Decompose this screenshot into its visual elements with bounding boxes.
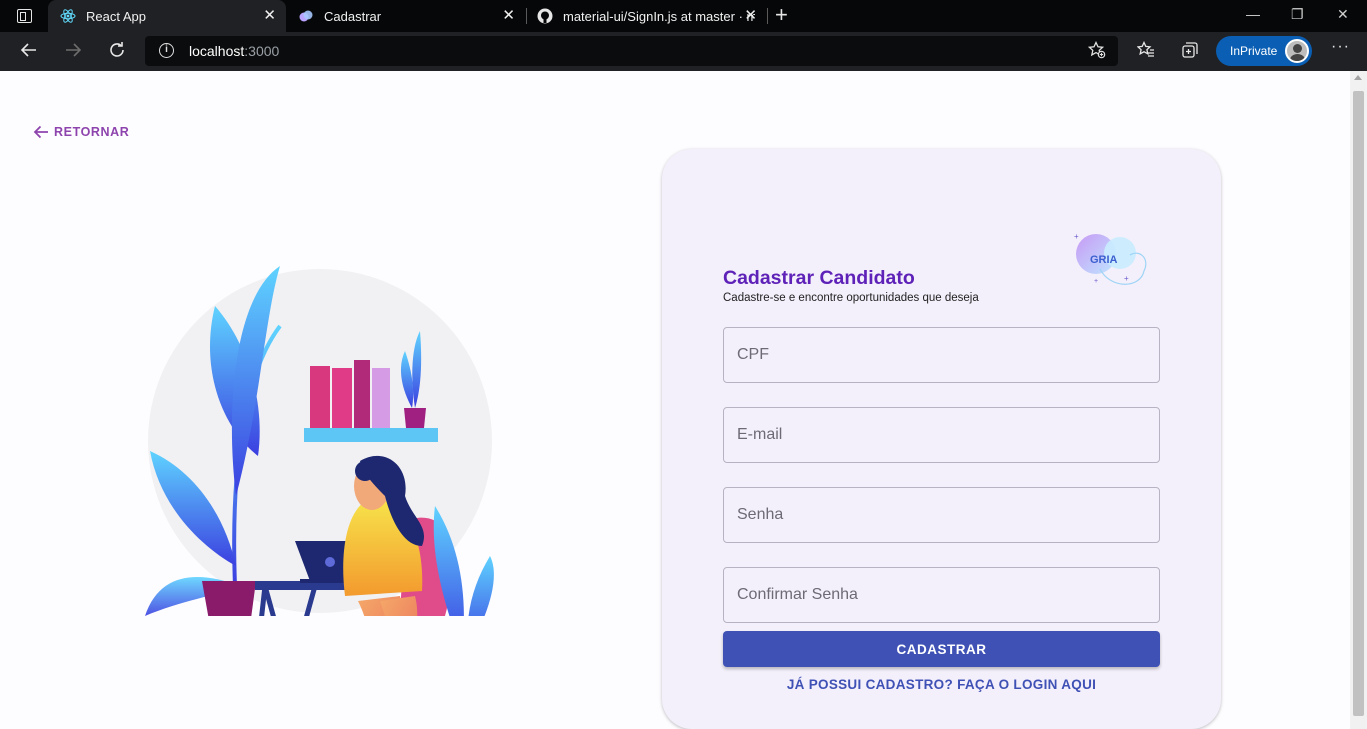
collections-icon[interactable]: [1181, 41, 1199, 64]
page-content: RETORNAR GRIA + + + Cadastrar Candidato …: [0, 71, 1350, 729]
more-menu-icon[interactable]: ···: [1331, 38, 1350, 56]
browser-toolbar: i localhost:3000 InPrivate ···: [0, 32, 1367, 71]
tab-label: material-ui/SignIn.js at master · m: [563, 8, 755, 24]
svg-text:+: +: [1074, 232, 1079, 241]
browser-tabstrip: React App ✕ Cadastrar ✕ material-ui/Sign…: [0, 0, 1367, 32]
url-host: localhost: [189, 43, 245, 59]
tab-separator: [767, 8, 768, 24]
tab-cadastrar[interactable]: Cadastrar ✕: [288, 0, 525, 32]
scroll-up-icon[interactable]: [1354, 75, 1362, 80]
confirm-password-field[interactable]: [723, 567, 1160, 623]
signup-card: GRIA + + + Cadastrar Candidato Cadastre-…: [662, 149, 1221, 729]
login-link[interactable]: JÁ POSSUI CADASTRO? FAÇA O LOGIN AQUI: [723, 677, 1160, 692]
app-icon: [298, 8, 314, 24]
close-tab-icon[interactable]: ✕: [502, 8, 515, 23]
site-info-icon[interactable]: i: [159, 43, 174, 58]
page-scrollbar[interactable]: [1350, 71, 1367, 729]
tab-label: React App: [86, 8, 146, 24]
scroll-thumb[interactable]: [1353, 91, 1364, 716]
url-text[interactable]: localhost:3000: [189, 43, 279, 59]
inprivate-label: InPrivate: [1230, 44, 1278, 58]
restore-icon[interactable]: ❐: [1291, 6, 1304, 23]
back-icon[interactable]: [19, 40, 39, 65]
confirm-password-input[interactable]: [724, 568, 1159, 622]
back-button[interactable]: RETORNAR: [33, 124, 129, 140]
react-icon: [60, 8, 76, 24]
add-favorite-icon[interactable]: [1087, 40, 1106, 64]
new-tab-icon[interactable]: +: [775, 4, 788, 26]
email-input[interactable]: [724, 408, 1159, 462]
woman-at-desk-illustration: [145, 266, 494, 616]
close-window-icon[interactable]: ✕: [1337, 6, 1349, 23]
arrow-left-icon: [33, 125, 48, 139]
address-bar[interactable]: i localhost:3000: [145, 36, 1118, 66]
favorites-icon[interactable]: [1136, 40, 1155, 64]
back-label: RETORNAR: [54, 125, 130, 139]
password-field[interactable]: [723, 487, 1160, 543]
register-button[interactable]: CADASTRAR: [723, 631, 1160, 667]
password-input[interactable]: [724, 488, 1159, 542]
svg-text:+: +: [1124, 274, 1129, 283]
close-tab-icon[interactable]: ✕: [263, 8, 276, 23]
cpf-field[interactable]: [723, 327, 1160, 383]
svg-text:+: +: [1094, 278, 1098, 285]
gria-logo: GRIA + + +: [1074, 232, 1147, 285]
tab-label: Cadastrar: [324, 8, 382, 24]
refresh-icon[interactable]: [107, 40, 127, 65]
email-field[interactable]: [723, 407, 1160, 463]
github-icon: [537, 8, 553, 24]
close-tab-icon[interactable]: ✕: [744, 8, 757, 23]
inprivate-badge[interactable]: InPrivate: [1216, 36, 1312, 66]
page-title: Cadastrar Candidato: [723, 267, 915, 289]
page-subtitle: Cadastre-se e encontre oportunidades que…: [723, 292, 979, 304]
url-port: :3000: [244, 43, 280, 59]
minimize-icon[interactable]: —: [1246, 6, 1260, 22]
cpf-input[interactable]: [724, 328, 1159, 382]
tab-react-app[interactable]: React App ✕: [48, 0, 286, 32]
svg-text:GRIA: GRIA: [1090, 254, 1118, 266]
forward-icon[interactable]: [63, 40, 83, 65]
tab-actions-icon[interactable]: [17, 9, 32, 23]
tab-github[interactable]: material-ui/SignIn.js at master · m ✕: [527, 0, 767, 32]
avatar: [1285, 39, 1309, 63]
